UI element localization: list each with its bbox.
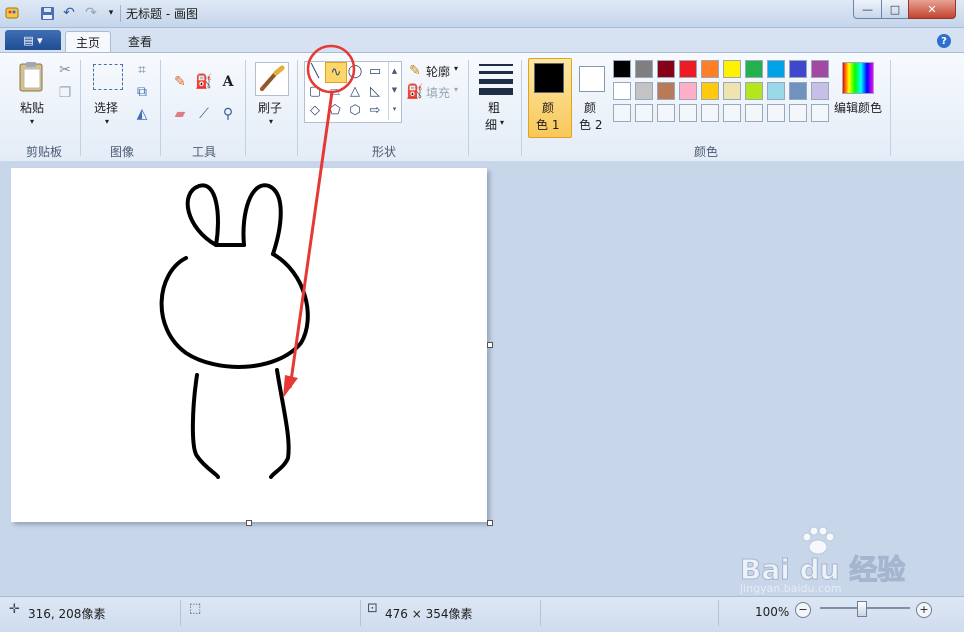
- watermark: Bai du 经验 jingyan.baidu.com: [739, 526, 940, 595]
- selection-size-icon: ⬚: [189, 601, 202, 616]
- watermark-url: jingyan.baidu.com: [740, 582, 842, 595]
- zoom-out-button[interactable]: −: [795, 602, 811, 618]
- canvas-size-icon: ⊡: [367, 601, 378, 616]
- highlight-circle: [306, 44, 356, 94]
- status-separator: [540, 600, 541, 626]
- cursor-position-text: 316, 208像素: [28, 607, 106, 621]
- pointer-arrow-head: [283, 375, 298, 398]
- canvas-size-text: 476 × 354像素: [385, 607, 473, 621]
- status-separator: [180, 600, 181, 626]
- cursor-position-icon: ✛: [9, 602, 20, 617]
- pointer-arrow-line: [288, 91, 334, 389]
- status-bar: [0, 596, 964, 632]
- status-separator: [360, 600, 361, 626]
- zoom-slider-thumb[interactable]: [857, 601, 867, 617]
- zoom-level-text: 100%: [755, 605, 790, 619]
- zoom-in-button[interactable]: +: [916, 602, 932, 618]
- status-separator: [718, 600, 719, 626]
